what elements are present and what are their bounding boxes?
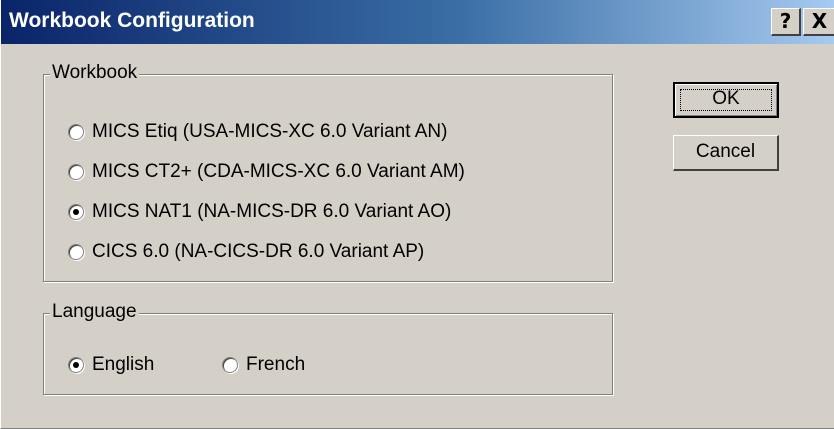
radio-button[interactable]: [68, 244, 84, 260]
close-icon: X: [811, 9, 828, 33]
radio-label: English: [92, 354, 155, 375]
help-button[interactable]: ?: [771, 8, 801, 36]
workbook-option-cics[interactable]: CICS 6.0 (NA-CICS-DR 6.0 Variant AP): [68, 241, 424, 263]
radio-button-selected[interactable]: [68, 204, 84, 220]
radio-label: French: [246, 354, 306, 375]
cancel-button[interactable]: Cancel: [673, 135, 779, 171]
dialog-title: Workbook Configuration: [9, 9, 255, 32]
radio-label: CICS 6.0 (NA-CICS-DR 6.0 Variant AP): [92, 241, 425, 262]
radio-label: MICS CT2+ (CDA-MICS-XC 6.0 Variant AM): [92, 161, 465, 182]
radio-button[interactable]: [222, 357, 238, 373]
language-option-french[interactable]: French: [222, 354, 305, 376]
workbook-option-mics-nat1[interactable]: MICS NAT1 (NA-MICS-DR 6.0 Variant AO): [68, 201, 451, 223]
workbook-option-mics-ct2[interactable]: MICS CT2+ (CDA-MICS-XC 6.0 Variant AM): [68, 161, 465, 183]
language-group: Language English French: [43, 301, 613, 395]
workbook-group: Workbook MICS Etiq (USA-MICS-XC 6.0 Vari…: [43, 62, 613, 282]
focus-rectangle: [680, 89, 772, 111]
title-bar[interactable]: Workbook Configuration ? X: [1, 0, 834, 44]
radio-label: MICS Etiq (USA-MICS-XC 6.0 Variant AN): [92, 121, 448, 142]
cancel-button-label: Cancel: [695, 141, 756, 162]
radio-label: MICS NAT1 (NA-MICS-DR 6.0 Variant AO): [92, 201, 452, 222]
close-button[interactable]: X: [803, 8, 834, 36]
workbook-option-mics-etiq[interactable]: MICS Etiq (USA-MICS-XC 6.0 Variant AN): [68, 121, 447, 143]
language-option-english[interactable]: English: [68, 354, 154, 376]
help-icon: ?: [779, 9, 792, 33]
language-group-label: Language: [50, 301, 139, 323]
workbook-group-label: Workbook: [50, 62, 140, 84]
radio-button-selected[interactable]: [68, 357, 84, 373]
ok-button[interactable]: OK: [673, 82, 779, 118]
workbook-configuration-dialog: Workbook Configuration ? X Workbook MICS…: [0, 0, 834, 429]
radio-button[interactable]: [68, 164, 84, 180]
radio-button[interactable]: [68, 124, 84, 140]
